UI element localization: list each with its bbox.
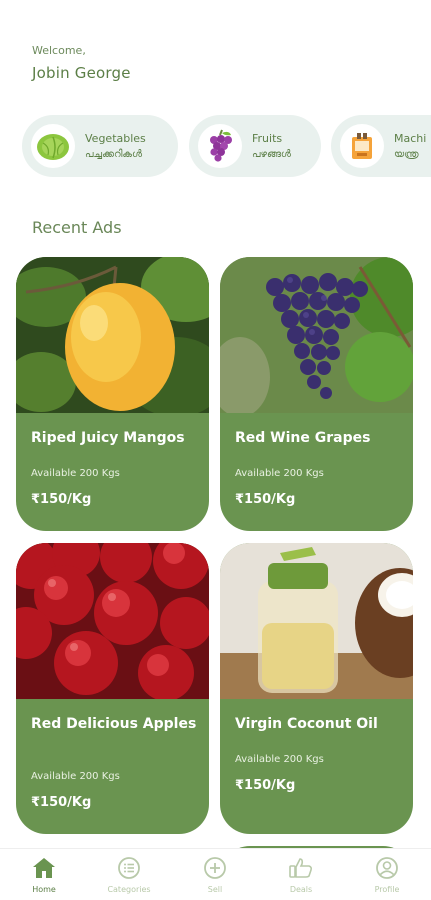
- ad-card[interactable]: Red Delicious Apples Available 200 Kgs ₹…: [16, 543, 209, 834]
- nav-label: Home: [32, 885, 56, 894]
- nav-home[interactable]: Home: [9, 855, 79, 894]
- ad-availability: Available 200 Kgs: [31, 468, 120, 479]
- nav-label: Profile: [374, 885, 400, 894]
- ad-availability: Available 200 Kgs: [235, 468, 324, 479]
- category-label: Vegetables: [85, 132, 146, 145]
- nav-label: Categories: [107, 885, 151, 894]
- ad-price: ₹150/Kg: [31, 492, 92, 507]
- plus-circle-icon: [202, 855, 228, 881]
- bottom-navigation: Home Categories Sell Deals Profile: [0, 848, 431, 900]
- ad-card[interactable]: Riped Juicy Mangos Available 200 Kgs ₹15…: [16, 257, 209, 531]
- nav-label: Sell: [207, 885, 223, 894]
- category-label-ml: യന്ത്ര: [394, 149, 419, 160]
- ad-title: Riped Juicy Mangos: [31, 430, 185, 446]
- category-label-ml: പഴങ്ങൾ: [252, 149, 291, 160]
- mango-image: [16, 257, 209, 413]
- ad-title: Red Wine Grapes: [235, 430, 371, 446]
- nav-label: Deals: [289, 885, 313, 894]
- ad-price: ₹150/Kg: [235, 778, 296, 793]
- grapes-image: [220, 257, 413, 413]
- grapes-icon: [198, 124, 242, 168]
- list-icon: [116, 855, 142, 881]
- ad-price: ₹150/Kg: [31, 795, 92, 810]
- ad-availability: Available 200 Kgs: [235, 754, 324, 765]
- ad-card[interactable]: Red Wine Grapes Available 200 Kgs ₹150/K…: [220, 257, 413, 531]
- user-icon: [374, 855, 400, 881]
- cabbage-icon: [31, 124, 75, 168]
- ad-card[interactable]: Virgin Coconut Oil Available 200 Kgs ₹15…: [220, 543, 413, 834]
- nav-profile[interactable]: Profile: [352, 855, 422, 894]
- category-label: Fruits: [252, 132, 283, 145]
- ad-availability: Available 200 Kgs: [31, 771, 120, 782]
- nav-sell[interactable]: Sell: [180, 855, 250, 894]
- machinery-icon: [340, 124, 384, 168]
- category-chip-machinery[interactable]: Machi യന്ത്ര: [331, 115, 431, 177]
- category-label-ml: പച്ചക്കറികൾ: [85, 149, 143, 160]
- category-list[interactable]: Vegetables പച്ചക്കറികൾ Fruits പഴങ്ങൾ Mac…: [22, 115, 431, 177]
- thumbs-up-icon: [288, 855, 314, 881]
- ad-title: Red Delicious Apples: [31, 716, 197, 732]
- nav-deals[interactable]: Deals: [266, 855, 336, 894]
- nav-categories[interactable]: Categories: [94, 855, 164, 894]
- category-chip-vegetables[interactable]: Vegetables പച്ചക്കറികൾ: [22, 115, 178, 177]
- coconut-oil-image: [220, 543, 413, 699]
- ad-price: ₹150/Kg: [235, 492, 296, 507]
- user-name: Jobin George: [32, 64, 131, 82]
- ad-title: Virgin Coconut Oil: [235, 716, 378, 732]
- recent-ads-title: Recent Ads: [32, 218, 122, 237]
- home-icon: [31, 855, 57, 881]
- welcome-label: Welcome,: [32, 44, 86, 57]
- apples-image: [16, 543, 209, 699]
- category-chip-fruits[interactable]: Fruits പഴങ്ങൾ: [189, 115, 321, 177]
- category-label: Machi: [394, 132, 427, 145]
